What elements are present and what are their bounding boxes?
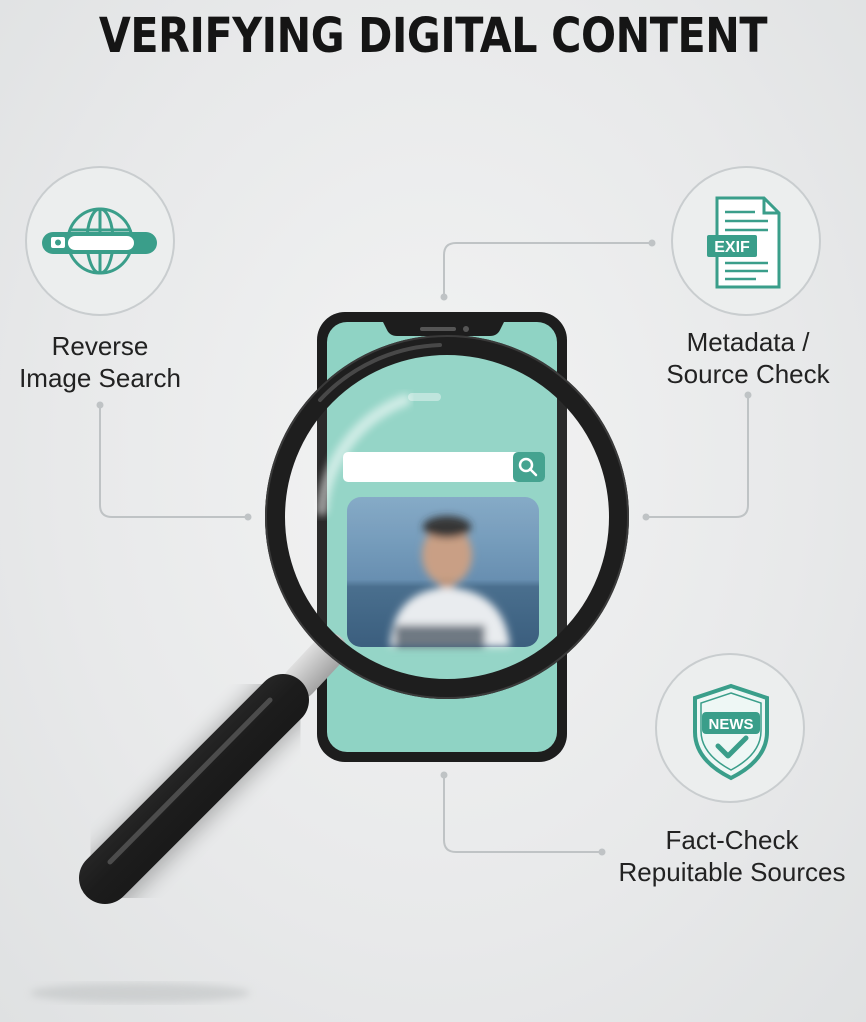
exif-badge: EXIF [714,239,750,256]
magnifier-handle [79,674,309,904]
step-label-reverse-image-search: Reverse Image Search [0,330,200,394]
step-label-line: Fact-Check [665,825,799,855]
step-label-line: Repuitable Sources [618,857,846,887]
step-label-line: Source Check [666,359,830,389]
news-shield-check-icon: NEWS [655,653,805,803]
step-label-line: Reverse [51,331,149,361]
step-label-line: Metadata / [686,327,810,357]
exif-document-icon: EXIF [671,166,821,316]
step-label-metadata-source-check: Metadata / Source Check [648,326,848,390]
connector-metadata-top [443,242,652,297]
ground-shadow [30,983,250,1003]
globe-camera-search-icon [25,166,175,316]
news-badge: NEWS [709,716,754,733]
connector-fact-check [443,775,602,853]
step-label-line: Image Search [19,363,181,393]
connector-metadata-right [646,395,749,518]
connector-reverse-search [99,405,248,518]
step-label-fact-check: Fact-Check Repuitable Sources [600,824,864,888]
